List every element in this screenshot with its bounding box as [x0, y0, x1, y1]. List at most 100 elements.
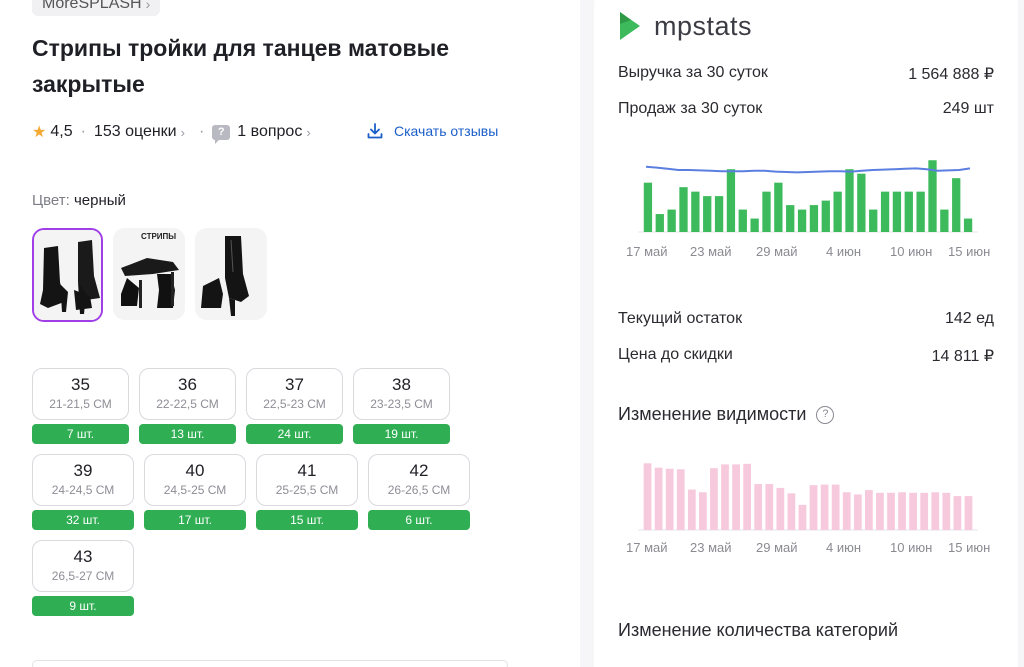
chevron-right-icon: › [145, 0, 151, 12]
size-option[interactable]: 37 22,5-23 СМ 24 шт. [246, 368, 343, 444]
chart-bar [687, 489, 696, 530]
stock-badge: 17 шт. [144, 510, 246, 530]
chart-bar [821, 200, 830, 232]
size-box[interactable]: 39 24-24,5 СМ [32, 454, 134, 506]
chart-bar [776, 487, 785, 530]
chart-bar [857, 173, 866, 232]
thumbnail-sandal[interactable]: СТРИПЫ [113, 228, 185, 320]
x-tick-label: 29 май [756, 540, 798, 555]
visibility-chart: 17 май 23 май 29 май 4 июн 10 июн 15 июн [626, 463, 990, 555]
size-cm: 22-22,5 СМ [156, 397, 219, 411]
size-grid: 35 21-21,5 СМ 7 шт. 36 22-22,5 СМ 13 шт. 37 22,… [32, 368, 492, 626]
chart-bar [667, 209, 676, 232]
size-option[interactable]: 41 25-25,5 СМ 15 шт. [256, 454, 358, 530]
revenue-row: Выручка за 30 суток 1 564 888 ₽ [618, 64, 994, 84]
size-row: 35 21-21,5 СМ 7 шт. 36 22-22,5 СМ 13 шт. 37 22,… [32, 368, 492, 444]
stock-badge: 6 шт. [368, 510, 470, 530]
size-cm: 25-25,5 СМ [275, 483, 339, 497]
separator-dot: · [198, 123, 205, 140]
brand-name: MoreSPLASH [42, 0, 142, 12]
brand-link[interactable]: MoreSPLASH › [32, 0, 161, 16]
chart-bar [892, 191, 902, 232]
questions-link[interactable]: ? 1 вопрос › [212, 123, 311, 144]
size-option[interactable]: 36 22-22,5 СМ 13 шт. [139, 368, 236, 444]
size-cm: 24,5-25 СМ [163, 483, 227, 497]
color-value: черный [73, 192, 126, 209]
chart-bar [750, 218, 759, 232]
size-option[interactable]: 43 26,5-27 СМ 9 шт. [32, 540, 134, 616]
download-reviews-button[interactable]: Скачать отзывы [366, 122, 498, 140]
x-tick-label: 4 июн [826, 540, 861, 555]
questions-count: 1 вопрос [237, 123, 303, 140]
x-tick-label: 23 май [690, 540, 732, 555]
chart-bar [726, 169, 736, 232]
chart-bar [797, 209, 807, 232]
thumbnail-boot-side[interactable] [32, 228, 103, 322]
chart-bar [952, 178, 961, 232]
chart-bar [676, 469, 685, 530]
size-option[interactable]: 40 24,5-25 СМ 17 шт. [144, 454, 246, 530]
chart-bar [809, 485, 818, 530]
chart-bar [931, 492, 940, 530]
mpstats-logo[interactable]: mpstats [618, 10, 752, 42]
stock-badge: 13 шт. [139, 424, 236, 444]
stock-badge: 15 шт. [256, 510, 358, 530]
chart-bar [703, 196, 712, 232]
chart-bar [743, 463, 752, 530]
size-row: 43 26,5-27 СМ 9 шт. [32, 540, 492, 616]
chart-bar [880, 191, 890, 232]
star-icon: ★ [32, 124, 47, 141]
divider [32, 660, 508, 667]
revenue-value: 1 564 888 ₽ [908, 66, 994, 83]
chart-bar [655, 214, 664, 232]
mpstats-logo-icon [620, 12, 640, 40]
chart-bar [876, 492, 884, 530]
revenue-label: Выручка за 30 суток [618, 64, 768, 81]
thumbnail-label: СТРИПЫ [141, 232, 177, 241]
chart-bar [774, 182, 783, 232]
size-box[interactable]: 36 22-22,5 СМ [139, 368, 236, 420]
size-number: 35 [71, 375, 90, 394]
chart-bar [964, 496, 973, 530]
chart-bar [798, 504, 807, 530]
logo-text: mpstats [654, 10, 753, 41]
chart-bar [714, 196, 724, 232]
size-box[interactable]: 43 26,5-27 СМ [32, 540, 134, 592]
size-box[interactable]: 41 25-25,5 СМ [256, 454, 358, 506]
size-cm: 21-21,5 СМ [49, 397, 112, 411]
x-tick-label: 4 июн [826, 244, 861, 259]
size-option[interactable]: 42 26-26,5 СМ 6 шт. [368, 454, 470, 530]
reviews-link[interactable]: 153 оценки › [94, 123, 185, 141]
size-option[interactable]: 38 23-23,5 СМ 19 шт. [353, 368, 450, 444]
size-box[interactable]: 38 23-23,5 СМ [353, 368, 450, 420]
chart-bar [787, 493, 796, 530]
size-cm: 22,5-23 СМ [263, 397, 326, 411]
size-number: 36 [178, 375, 197, 394]
size-box[interactable]: 40 24,5-25 СМ [144, 454, 246, 506]
stock-row: Текущий остаток 142 ед [618, 310, 994, 328]
x-tick-label: 15 июн [948, 244, 990, 259]
thumbnail-boot-back[interactable] [195, 228, 267, 320]
size-number: 38 [392, 375, 411, 394]
color-label: Цвет: [32, 192, 70, 209]
size-box[interactable]: 35 21-21,5 СМ [32, 368, 129, 420]
chart-bar [665, 468, 674, 530]
question-bubble-icon: ? [212, 124, 231, 144]
boot-back-image [195, 228, 267, 320]
color-thumbnails: СТРИПЫ [32, 228, 267, 322]
x-tick-label: 17 май [626, 540, 668, 555]
chart-bar [654, 467, 663, 530]
size-option[interactable]: 39 24-24,5 СМ 32 шт. [32, 454, 134, 530]
chart-bar [953, 496, 962, 530]
chart-bar [721, 464, 729, 530]
product-title: Стрипы тройки для танцев матовые закрыты… [32, 35, 450, 97]
mpstats-panel: mpstats Выручка за 30 суток 1 564 888 ₽ … [594, 0, 1018, 667]
size-option[interactable]: 35 21-21,5 СМ 7 шт. [32, 368, 129, 444]
price-value: 14 811 ₽ [931, 348, 994, 365]
chevron-right-icon: › [180, 124, 185, 140]
size-cm: 26-26,5 СМ [387, 483, 451, 497]
product-panel: MoreSPLASH › Стрипы тройки для танцев ма… [0, 0, 580, 667]
size-box[interactable]: 37 22,5-23 СМ [246, 368, 343, 420]
help-icon[interactable]: ? [816, 405, 835, 424]
size-box[interactable]: 42 26-26,5 СМ [368, 454, 470, 506]
